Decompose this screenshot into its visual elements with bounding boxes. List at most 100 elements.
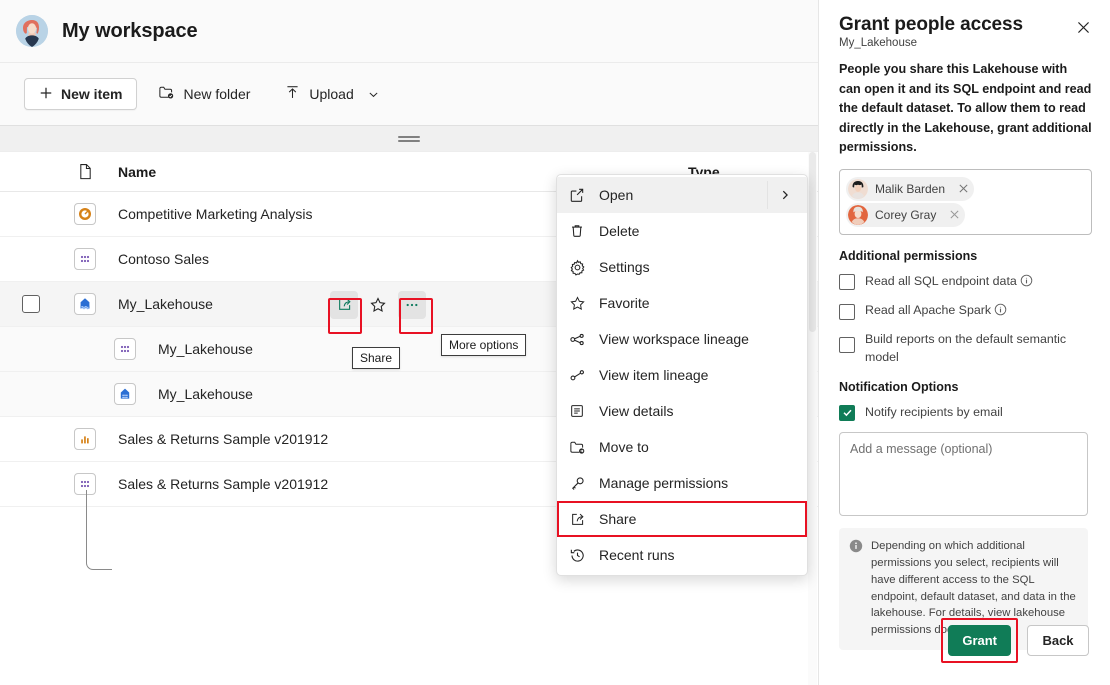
notification-options-heading: Notification Options [839, 380, 1092, 394]
avatar [848, 205, 868, 225]
trash-icon [569, 223, 599, 239]
menu-item-manage-permissions[interactable]: Manage permissions [557, 465, 807, 501]
document-icon [62, 163, 108, 180]
checkbox-notify-by-email[interactable]: Notify recipients by email [839, 404, 1092, 421]
menu-item-view-details[interactable]: View details [557, 393, 807, 429]
menu-item-open[interactable]: Open [557, 177, 807, 213]
upload-label: Upload [309, 86, 353, 102]
ellipsis-icon[interactable] [398, 291, 426, 319]
main-content-area: My workspace New item New [0, 0, 818, 685]
checkbox-checked[interactable] [839, 405, 855, 421]
menu-item-share[interactable]: Share [557, 501, 807, 537]
grant-button[interactable]: Grant [948, 625, 1011, 656]
chevron-right-icon[interactable] [767, 181, 801, 209]
menu-item-label: Move to [599, 439, 801, 455]
share-icon[interactable] [330, 291, 358, 319]
info-icon [849, 539, 863, 638]
row-action-buttons [330, 282, 426, 327]
new-item-label: New item [61, 86, 122, 102]
menu-item-label: Share [599, 511, 801, 527]
info-icon[interactable] [994, 303, 1007, 321]
checkbox-label: Notify recipients by email [865, 404, 1003, 421]
menu-item-label: Favorite [599, 295, 801, 311]
person-pill[interactable]: Malik Barden [846, 177, 974, 201]
lakehouse-icon [62, 293, 108, 315]
key-icon [569, 475, 599, 492]
new-folder-icon [158, 84, 175, 104]
star-icon [569, 295, 599, 312]
menu-item-label: Recent runs [599, 547, 801, 563]
checkbox[interactable] [839, 304, 855, 320]
close-icon[interactable] [956, 182, 970, 196]
row-checkbox[interactable] [0, 295, 62, 313]
more-options-tooltip: More options [441, 334, 526, 356]
grant-access-panel: Grant people access My_Lakehouse People … [818, 0, 1110, 685]
menu-item-settings[interactable]: Settings [557, 249, 807, 285]
app-root: My workspace New item New [0, 0, 1110, 685]
menu-item-favorite[interactable]: Favorite [557, 285, 807, 321]
page-title: My workspace [62, 20, 198, 43]
panel-action-buttons: Grant Back [941, 618, 1089, 663]
plus-icon [39, 86, 53, 103]
person-pill[interactable]: Corey Gray [846, 203, 965, 227]
scrollbar-thumb[interactable] [809, 152, 816, 332]
upload-arrow-icon [284, 84, 301, 104]
new-item-button[interactable]: New item [24, 78, 137, 110]
checkbox-label: Read all SQL endpoint data [865, 273, 1033, 292]
menu-item-label: Delete [599, 223, 801, 239]
checkbox-label: Build reports on the default semantic mo… [865, 331, 1092, 366]
semantic-model-icon [62, 473, 108, 495]
checkbox[interactable] [839, 274, 855, 290]
checkbox-read-sql-endpoint[interactable]: Read all SQL endpoint data [839, 273, 1092, 292]
history-clock-icon [569, 547, 599, 564]
dashboard-icon [62, 203, 108, 225]
info-icon[interactable] [1020, 274, 1033, 292]
checkbox[interactable] [839, 337, 855, 353]
close-icon[interactable] [1072, 16, 1094, 38]
checkbox-text: Read all Apache Spark [865, 303, 991, 317]
pane-resize-handle[interactable] [0, 126, 818, 152]
checkbox-label: Read all Apache Spark [865, 302, 1007, 321]
menu-item-move-to[interactable]: Move to [557, 429, 807, 465]
semantic-model-icon [102, 338, 148, 360]
new-folder-button[interactable]: New folder [145, 78, 263, 110]
menu-item-delete[interactable]: Delete [557, 213, 807, 249]
user-avatar-icon [16, 15, 48, 47]
semantic-model-icon [62, 248, 108, 270]
checkbox-text: Read all SQL endpoint data [865, 274, 1017, 288]
open-external-icon [569, 187, 599, 203]
menu-item-recent-runs[interactable]: Recent runs [557, 537, 807, 573]
avatar [848, 179, 868, 199]
vertical-scrollbar[interactable] [808, 152, 817, 685]
menu-item-label: View workspace lineage [599, 331, 801, 347]
grant-highlight-box: Grant [941, 618, 1018, 663]
close-icon[interactable] [947, 208, 961, 222]
people-picker-input[interactable]: Malik Barden Corey Gray [839, 169, 1092, 235]
menu-item-label: View item lineage [599, 367, 801, 383]
checkbox-read-apache-spark[interactable]: Read all Apache Spark [839, 302, 1092, 321]
command-toolbar: New item New folder [0, 63, 818, 126]
message-input[interactable]: Add a message (optional) [839, 432, 1088, 516]
share-tooltip: Share [352, 347, 400, 369]
move-to-folder-icon [569, 439, 599, 456]
menu-item-label: Open [599, 187, 767, 203]
share-icon [569, 511, 599, 528]
grip-icon [398, 135, 420, 143]
panel-subtitle: My_Lakehouse [839, 37, 1092, 49]
item-context-menu: Open Delete [556, 174, 808, 576]
workspace-header: My workspace [0, 0, 818, 63]
new-folder-label: New folder [183, 86, 250, 102]
item-lineage-icon [569, 367, 599, 384]
menu-item-view-workspace-lineage[interactable]: View workspace lineage [557, 321, 807, 357]
chevron-down-icon[interactable] [362, 89, 385, 100]
report-icon [62, 428, 108, 450]
details-list-icon [569, 403, 599, 419]
panel-title: Grant people access [839, 14, 1092, 36]
workspace-lineage-icon [569, 331, 599, 348]
back-button[interactable]: Back [1027, 625, 1089, 656]
upload-button[interactable]: Upload [271, 78, 397, 110]
checkbox-build-reports[interactable]: Build reports on the default semantic mo… [839, 331, 1092, 366]
gear-icon [569, 259, 599, 276]
menu-item-view-item-lineage[interactable]: View item lineage [557, 357, 807, 393]
star-icon[interactable] [364, 291, 392, 319]
